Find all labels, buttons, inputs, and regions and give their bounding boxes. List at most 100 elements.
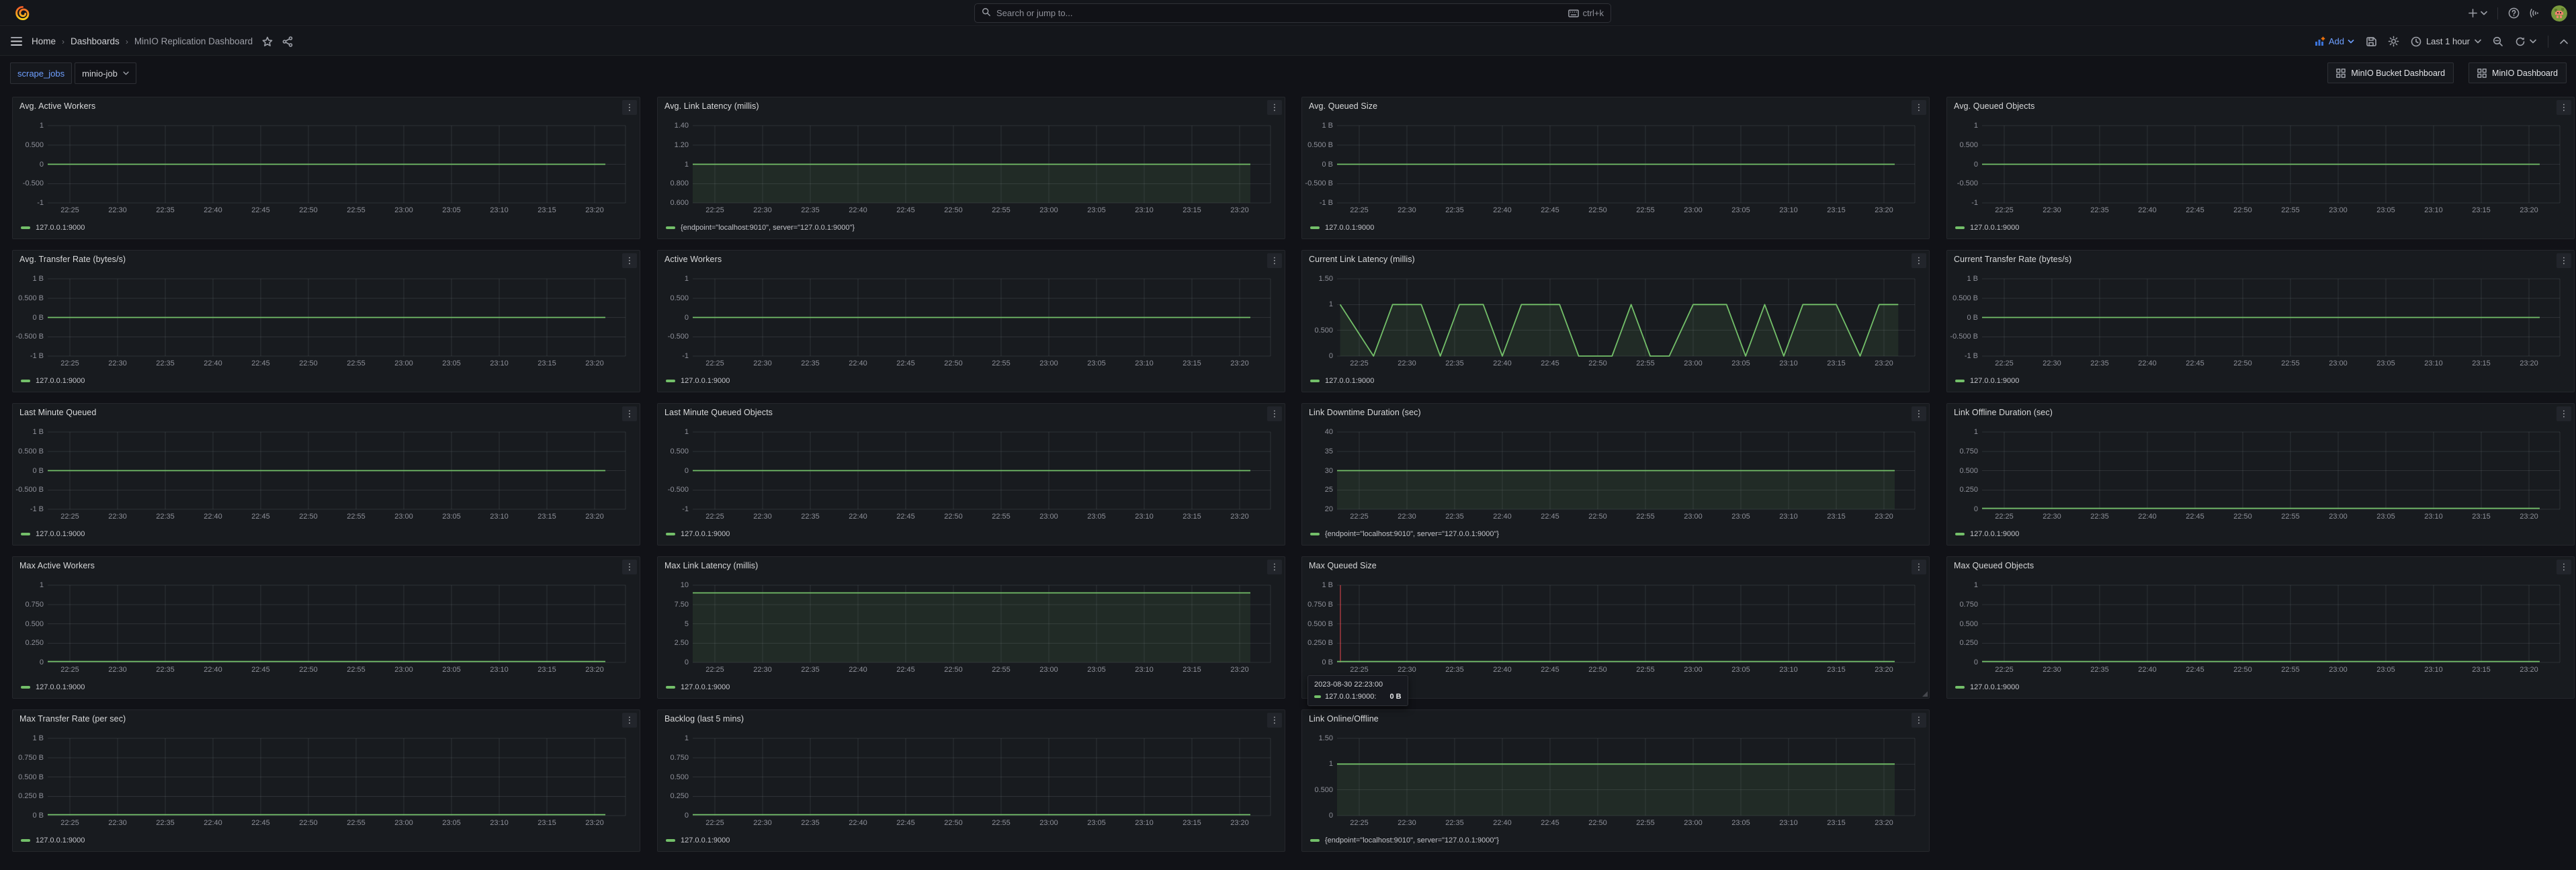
chart-plot[interactable] xyxy=(1982,585,2560,662)
chart-plot[interactable] xyxy=(48,279,626,356)
chart-plot[interactable] xyxy=(1337,126,1915,203)
panel-title[interactable]: Active Workers xyxy=(664,255,722,264)
chart-plot[interactable] xyxy=(1337,279,1915,356)
panel-menu-icon[interactable]: ⋮ xyxy=(622,253,637,268)
legend-label[interactable]: 127.0.0.1:9000 xyxy=(1970,377,2019,385)
breadcrumb-dashboards[interactable]: Dashboards xyxy=(71,36,120,46)
panel-menu-icon[interactable]: ⋮ xyxy=(1267,406,1282,421)
panel-menu-icon[interactable]: ⋮ xyxy=(1912,253,1926,268)
panel-title[interactable]: Max Queued Size xyxy=(1309,561,1377,570)
time-range-picker[interactable]: Last 1 hour xyxy=(2411,36,2481,47)
panel-menu-icon[interactable]: ⋮ xyxy=(1267,560,1282,574)
user-avatar[interactable] xyxy=(2551,5,2567,21)
panel-menu-icon[interactable]: ⋮ xyxy=(2557,100,2571,115)
panel-title[interactable]: Current Link Latency (millis) xyxy=(1309,255,1415,264)
x-tick-label: 23:10 xyxy=(476,513,523,521)
star-dashboard-button[interactable] xyxy=(262,36,273,47)
panel-menu-icon[interactable]: ⋮ xyxy=(1912,406,1926,421)
legend-label[interactable]: {endpoint="localhost:9010", server="127.… xyxy=(681,224,855,232)
breadcrumb-home[interactable]: Home xyxy=(32,36,56,46)
legend-label[interactable]: 127.0.0.1:9000 xyxy=(1970,530,2019,538)
panel-title[interactable]: Link Downtime Duration (sec) xyxy=(1309,408,1421,417)
chart-plot[interactable] xyxy=(1337,432,1915,509)
refresh-button[interactable] xyxy=(2515,36,2536,47)
panel-menu-icon[interactable]: ⋮ xyxy=(1267,713,1282,728)
panel-menu-icon[interactable]: ⋮ xyxy=(622,100,637,115)
chart-plot[interactable] xyxy=(693,585,1271,662)
grafana-logo-icon[interactable] xyxy=(15,5,30,21)
chart-plot[interactable] xyxy=(693,432,1271,509)
x-tick-label: 23:20 xyxy=(1860,359,1907,367)
x-tick-label: 23:20 xyxy=(1860,666,1907,674)
add-panel-button[interactable]: Add xyxy=(2315,36,2354,46)
panel-title[interactable]: Backlog (last 5 mins) xyxy=(664,714,744,724)
panel-title[interactable]: Last Minute Queued xyxy=(19,408,96,417)
legend-label[interactable]: 127.0.0.1:9000 xyxy=(681,530,730,538)
chart-plot[interactable] xyxy=(693,738,1271,816)
panel-menu-icon[interactable]: ⋮ xyxy=(1267,100,1282,115)
legend-label[interactable]: 127.0.0.1:9000 xyxy=(1325,377,1374,385)
panel-title[interactable]: Link Offline Duration (sec) xyxy=(1954,408,2053,417)
save-dashboard-button[interactable] xyxy=(2366,36,2376,47)
panel-title[interactable]: Last Minute Queued Objects xyxy=(664,408,773,417)
panel-title[interactable]: Avg. Active Workers xyxy=(19,101,95,111)
x-tick-label: 22:50 xyxy=(930,819,977,827)
legend-label[interactable]: {endpoint="localhost:9010", server="127.… xyxy=(1325,530,1499,538)
chart-plot[interactable] xyxy=(48,432,626,509)
legend-label[interactable]: 127.0.0.1:9000 xyxy=(36,683,85,691)
panel-menu-icon[interactable]: ⋮ xyxy=(1912,560,1926,574)
collapse-toolbar-button[interactable] xyxy=(2560,39,2568,44)
panel-menu-icon[interactable]: ⋮ xyxy=(622,713,637,728)
legend-label[interactable]: 127.0.0.1:9000 xyxy=(681,836,730,844)
panel-title[interactable]: Max Link Latency (millis) xyxy=(664,561,758,570)
x-tick-label: 22:25 xyxy=(1981,359,2028,367)
chart-plot[interactable] xyxy=(48,585,626,662)
chart-plot[interactable] xyxy=(1982,432,2560,509)
legend-label[interactable]: 127.0.0.1:9000 xyxy=(681,377,730,385)
legend-label[interactable]: 127.0.0.1:9000 xyxy=(36,530,85,538)
panel-title[interactable]: Avg. Link Latency (millis) xyxy=(664,101,759,111)
panel-resize-handle[interactable] xyxy=(1922,691,1928,697)
chart-plot[interactable] xyxy=(1337,585,1915,662)
zoom-out-time-button[interactable] xyxy=(2493,36,2503,47)
panel-menu-icon[interactable]: ⋮ xyxy=(1267,253,1282,268)
chart-plot[interactable] xyxy=(48,738,626,816)
panel-menu-icon[interactable]: ⋮ xyxy=(1912,100,1926,115)
panel-menu-icon[interactable]: ⋮ xyxy=(2557,406,2571,421)
chart-plot[interactable] xyxy=(693,126,1271,203)
legend-label[interactable]: 127.0.0.1:9000 xyxy=(681,683,730,691)
legend-label[interactable]: {endpoint="localhost:9010", server="127.… xyxy=(1325,836,1499,844)
panel-menu-icon[interactable]: ⋮ xyxy=(1912,713,1926,728)
help-button[interactable] xyxy=(2508,7,2520,19)
dashboard-settings-button[interactable] xyxy=(2388,36,2399,47)
legend-label[interactable]: 127.0.0.1:9000 xyxy=(1325,224,1374,232)
panel-title[interactable]: Max Queued Objects xyxy=(1954,561,2034,570)
legend-label[interactable]: 127.0.0.1:9000 xyxy=(36,224,85,232)
panel-menu-icon[interactable]: ⋮ xyxy=(2557,560,2571,574)
chart-plot[interactable] xyxy=(1982,279,2560,356)
new-menu-button[interactable] xyxy=(2468,8,2487,18)
panel-title[interactable]: Link Online/Offline xyxy=(1309,714,1379,724)
legend-label[interactable]: 127.0.0.1:9000 xyxy=(1970,683,2019,691)
panel-title[interactable]: Avg. Transfer Rate (bytes/s) xyxy=(19,255,126,264)
x-tick-label: 22:45 xyxy=(882,819,929,827)
legend-label[interactable]: 127.0.0.1:9000 xyxy=(36,836,85,844)
panel-menu-icon[interactable]: ⋮ xyxy=(622,560,637,574)
panel-title[interactable]: Current Transfer Rate (bytes/s) xyxy=(1954,255,2071,264)
share-dashboard-button[interactable] xyxy=(282,36,293,47)
chart-plot[interactable] xyxy=(1982,126,2560,203)
chart-plot[interactable] xyxy=(1337,738,1915,816)
legend-label[interactable]: 127.0.0.1:9000 xyxy=(36,377,85,385)
panel-menu-icon[interactable]: ⋮ xyxy=(2557,253,2571,268)
mega-menu-toggle[interactable] xyxy=(11,37,22,46)
panel-title[interactable]: Avg. Queued Size xyxy=(1309,101,1377,111)
chart-plot[interactable] xyxy=(48,126,626,203)
panel-title[interactable]: Max Transfer Rate (per sec) xyxy=(19,714,126,724)
legend-label[interactable]: 127.0.0.1:9000 xyxy=(1970,224,2019,232)
panel-title[interactable]: Avg. Queued Objects xyxy=(1954,101,2035,111)
chart-plot[interactable] xyxy=(693,279,1271,356)
search-input[interactable]: Search or jump to... ctrl+k xyxy=(974,3,1611,23)
panel-title[interactable]: Max Active Workers xyxy=(19,561,95,570)
news-icon[interactable] xyxy=(2530,7,2541,19)
panel-menu-icon[interactable]: ⋮ xyxy=(622,406,637,421)
